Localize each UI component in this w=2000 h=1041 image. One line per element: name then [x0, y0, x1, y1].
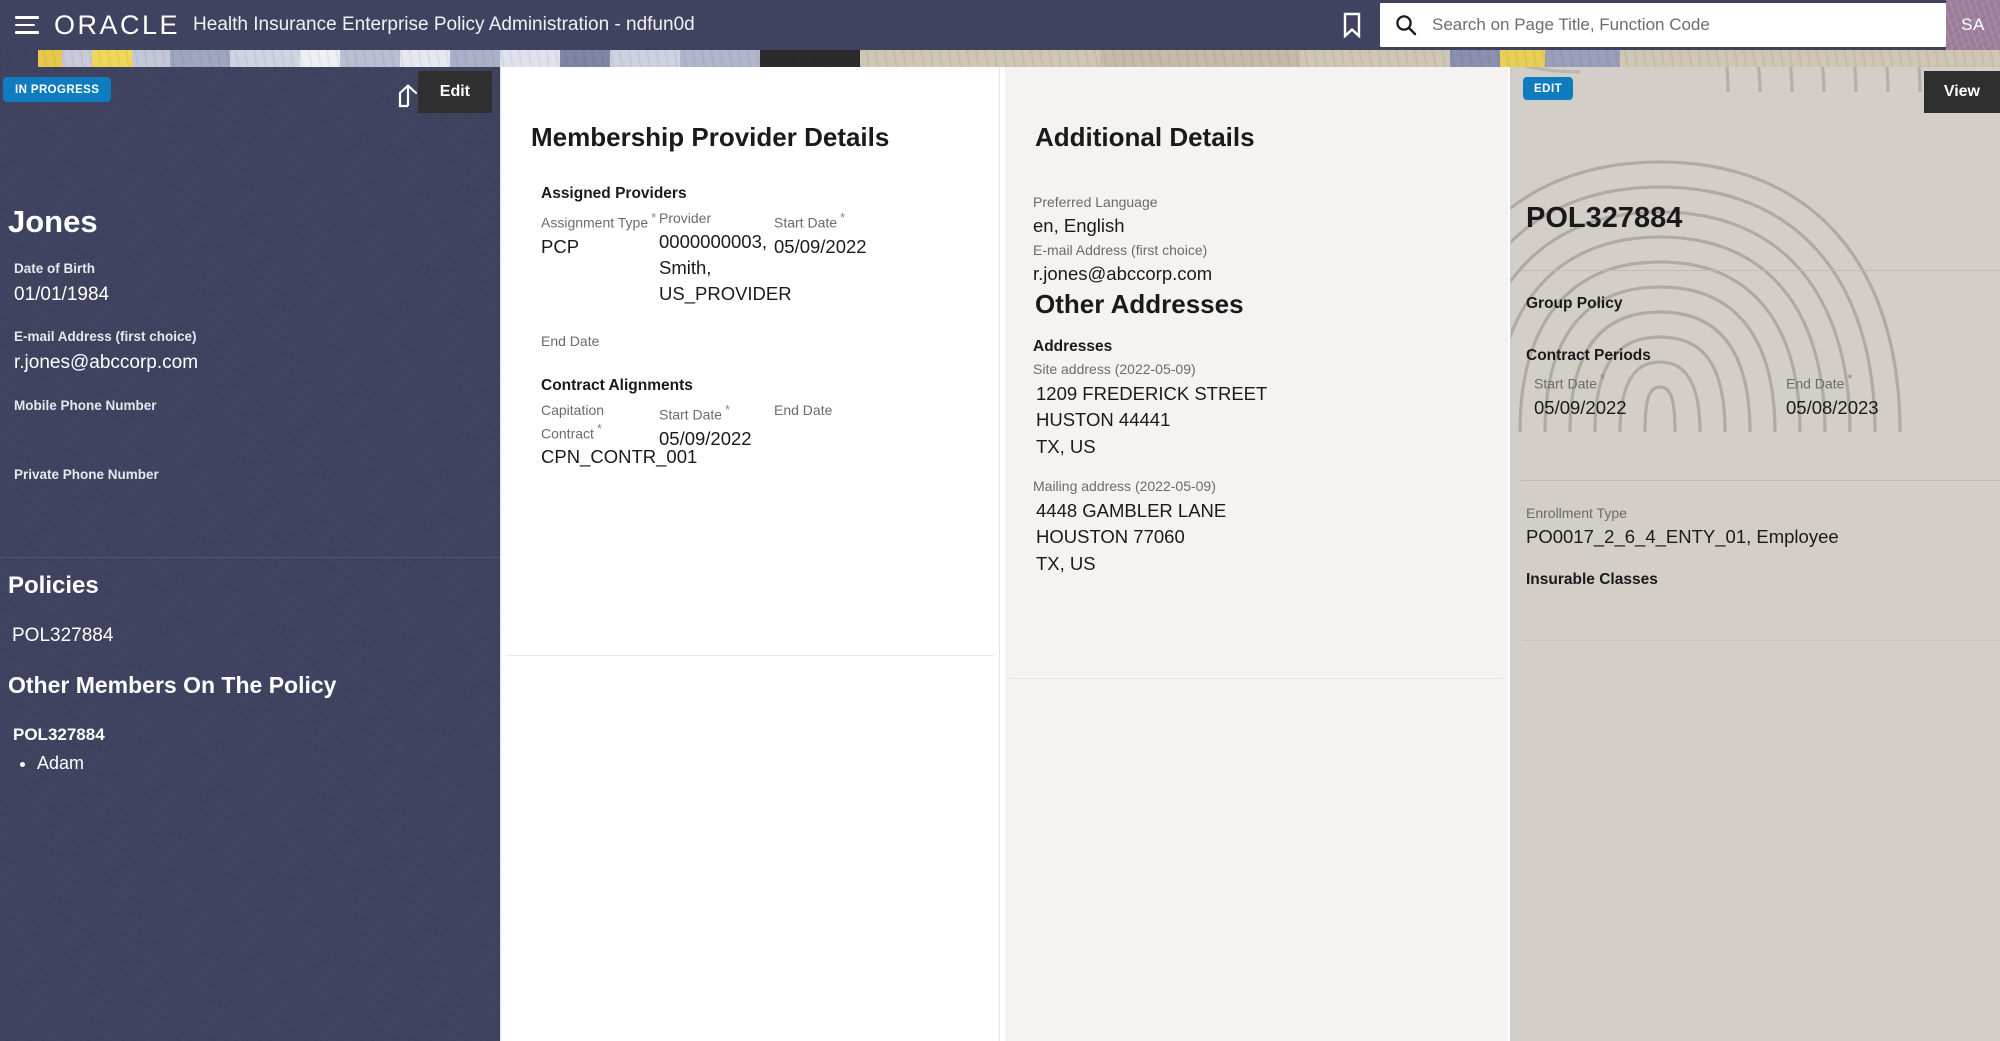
field-label: E-mail Address (first choice) [1033, 241, 1212, 260]
field-preferred-language: Preferred Language en, English [1033, 193, 1158, 239]
list-item: Adam [37, 750, 84, 777]
field-capitation-contract: Capitation Contract* CPN_CONTR_001 [541, 401, 651, 470]
divider [1521, 640, 2000, 641]
address-mailing: Mailing address (2022-05-09) 4448 GAMBLE… [1033, 477, 1226, 577]
contract-alignments-group-label: Contract Alignments [541, 377, 693, 395]
other-members-policy-id: POL327884 [13, 725, 105, 745]
hamburger-menu-icon[interactable] [0, 0, 54, 50]
policy-number: POL327884 [1526, 202, 1682, 235]
field-label: Preferred Language [1033, 193, 1158, 212]
divider [506, 655, 994, 656]
divider [0, 557, 500, 558]
field-label: End Date* [1786, 370, 1879, 394]
panel-title: Additional Details [1035, 122, 1255, 153]
field-value: en, English [1033, 213, 1158, 239]
field-value: CPN_CONTR_001 [541, 444, 651, 470]
policy-panel: EDIT View POL327884 Group Policy Contrac… [1510, 67, 2000, 1041]
address-lines: 1209 FREDERICK STREETHUSTON 44441TX, US [1036, 381, 1267, 460]
edit-button[interactable]: Edit [418, 71, 492, 113]
divider [1521, 270, 2000, 271]
bookmark-icon[interactable] [1330, 0, 1374, 50]
insurable-classes-label: Insurable Classes [1526, 571, 1658, 589]
field-contract-start-date: Start Date* 05/09/2022 [1534, 370, 1627, 420]
required-indicator: * [597, 421, 602, 436]
required-indicator: * [725, 402, 730, 417]
field-value: 01/01/1984 [14, 281, 109, 309]
global-header: ORACLE Health Insurance Enterprise Polic… [0, 0, 2000, 50]
address-label: Site address (2022-05-09) [1033, 360, 1267, 379]
other-members-heading: Other Members On The Policy [8, 672, 336, 699]
application-root: ORACLE Health Insurance Enterprise Polic… [0, 0, 2000, 1041]
field-contract-end-date: End Date [774, 401, 914, 421]
member-name: Jones [8, 204, 98, 240]
field-value: PO0017_2_6_4_ENTY_01, Employee [1526, 524, 1839, 550]
field-value: r.jones@abccorp.com [1033, 261, 1212, 287]
field-label: Start Date* [1534, 370, 1627, 394]
contract-periods-group-label: Contract Periods [1526, 347, 1651, 365]
required-indicator: * [651, 210, 656, 225]
group-policy-label: Group Policy [1526, 295, 1622, 313]
membership-provider-details-panel: Membership Provider Details Assigned Pro… [500, 67, 1000, 1041]
field-mobile-phone-number: Mobile Phone Number [14, 397, 157, 418]
field-email-address: E-mail Address (first choice) r.jones@ab… [14, 328, 198, 376]
required-indicator: * [1600, 371, 1605, 386]
field-label: Private Phone Number [14, 466, 159, 485]
field-label: Enrollment Type [1526, 504, 1839, 523]
additional-details-panel: Additional Details Preferred Language en… [1005, 67, 1508, 1041]
panel-title: Membership Provider Details [531, 122, 889, 153]
status-badge: IN PROGRESS [3, 77, 111, 102]
field-provider-end-date: End Date [541, 332, 599, 352]
policies-heading: Policies [8, 572, 99, 600]
field-contract-end-date: End Date* 05/08/2023 [1786, 370, 1879, 420]
field-label: Date of Birth [14, 260, 109, 279]
field-value: 05/09/2022 [1534, 395, 1627, 421]
required-indicator: * [840, 210, 845, 225]
other-members-list: Adam [37, 750, 84, 777]
divider [1010, 678, 1503, 679]
assigned-providers-group-label: Assigned Providers [541, 185, 687, 203]
search-input[interactable] [1432, 5, 1946, 45]
field-label: Capitation Contract* [541, 401, 651, 443]
addresses-group-label: Addresses [1033, 338, 1112, 356]
view-button[interactable]: View [1924, 71, 2000, 113]
address-lines: 4448 GAMBLER LANEHOUSTON 77060TX, US [1036, 498, 1226, 577]
field-value: 05/09/2022 [659, 426, 799, 452]
field-private-phone-number: Private Phone Number [14, 466, 159, 487]
address-site: Site address (2022-05-09) 1209 FREDERICK… [1033, 360, 1267, 460]
field-start-date: Start Date* 05/09/2022 [774, 209, 914, 259]
search-box[interactable] [1380, 3, 1946, 47]
field-label: Start Date* [774, 209, 914, 233]
field-label: Mobile Phone Number [14, 397, 157, 416]
page-title: Health Insurance Enterprise Policy Admin… [193, 14, 695, 36]
field-enrollment-type: Enrollment Type PO0017_2_6_4_ENTY_01, Em… [1526, 504, 1839, 550]
field-value: 05/09/2022 [774, 234, 914, 260]
member-summary-panel: IN PROGRESS Edit Jones Date of Birth 01/… [0, 67, 500, 1041]
field-email-address: E-mail Address (first choice) r.jones@ab… [1033, 241, 1212, 287]
policy-edit-badge[interactable]: EDIT [1523, 77, 1573, 100]
other-addresses-title: Other Addresses [1035, 289, 1244, 320]
address-label: Mailing address (2022-05-09) [1033, 477, 1226, 496]
field-date-of-birth: Date of Birth 01/01/1984 [14, 260, 109, 308]
divider [1521, 480, 2000, 481]
banner-image-strip [0, 50, 2000, 67]
field-label: End Date [541, 332, 599, 351]
oracle-logo: ORACLE [54, 10, 180, 41]
field-label: E-mail Address (first choice) [14, 328, 198, 347]
header-actions: SA [1330, 0, 2000, 50]
field-value: r.jones@abccorp.com [14, 349, 198, 377]
required-indicator: * [1847, 371, 1852, 386]
field-label: End Date [774, 401, 914, 420]
search-icon [1380, 14, 1432, 36]
avatar[interactable]: SA [1946, 0, 2000, 50]
field-value: 05/08/2023 [1786, 395, 1879, 421]
policy-link[interactable]: POL327884 [12, 625, 113, 647]
avatar-initials: SA [1961, 15, 1985, 35]
